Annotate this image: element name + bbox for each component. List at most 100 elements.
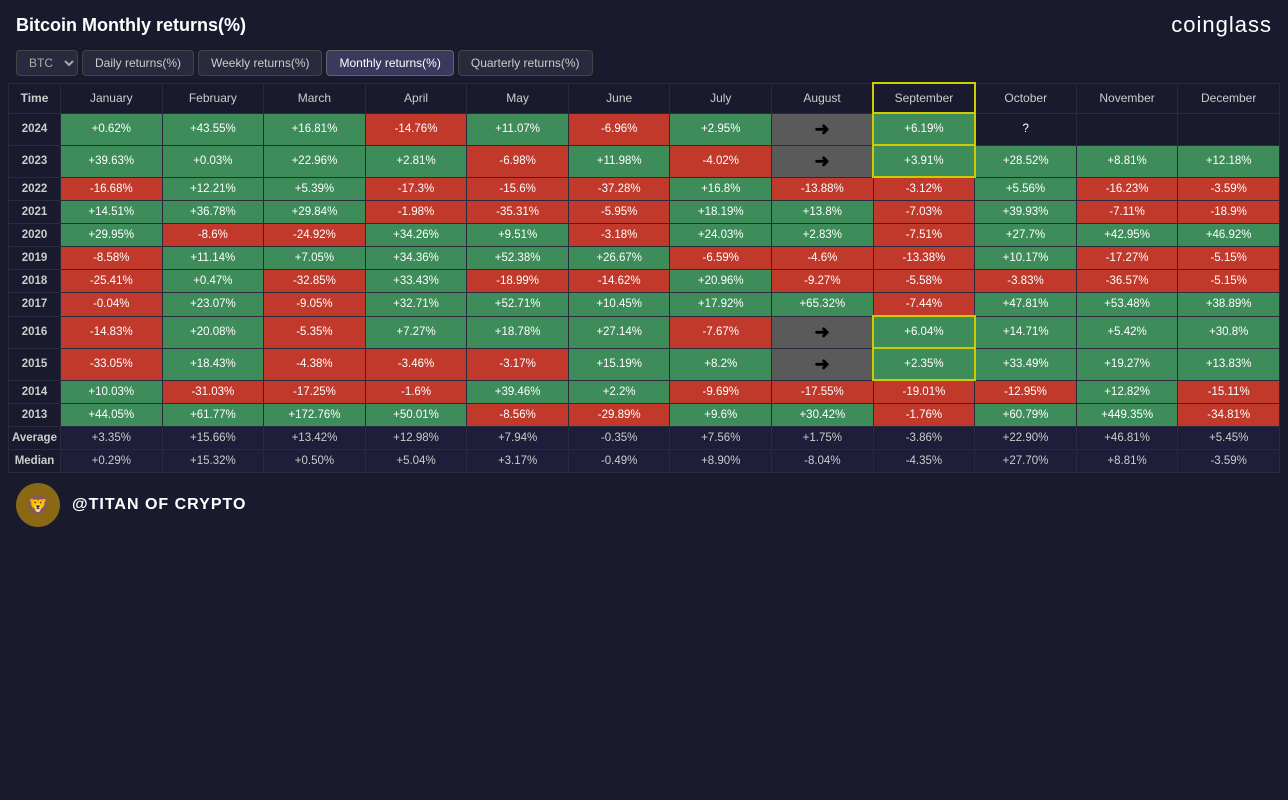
- table-row: 2022-16.68%+12.21%+5.39%-17.3%-15.6%-37.…: [9, 177, 1280, 201]
- data-cell: +36.78%: [162, 201, 264, 224]
- data-cell: -7.44%: [873, 293, 975, 317]
- data-cell: +43.55%: [162, 113, 264, 145]
- data-cell: -12.95%: [975, 380, 1077, 404]
- data-cell: ➜: [772, 113, 874, 145]
- data-cell: -29.89%: [568, 404, 670, 427]
- col-header-july: July: [670, 83, 772, 113]
- col-header-february: February: [162, 83, 264, 113]
- average-cell: +7.94%: [467, 427, 569, 450]
- tab-quarterly[interactable]: Quarterly returns(%): [458, 50, 593, 76]
- data-cell: -17.25%: [264, 380, 366, 404]
- median-cell: +5.04%: [365, 450, 467, 473]
- data-cell: -14.62%: [568, 270, 670, 293]
- year-label: 2024: [9, 113, 61, 145]
- data-cell: +15.19%: [568, 348, 670, 380]
- data-cell: +19.27%: [1076, 348, 1178, 380]
- page-footer: 🦁 @TITAN OF CRYPTO: [0, 473, 1288, 537]
- data-cell: -16.68%: [61, 177, 163, 201]
- median-row: Median+0.29%+15.32%+0.50%+5.04%+3.17%-0.…: [9, 450, 1280, 473]
- data-cell: +53.48%: [1076, 293, 1178, 317]
- data-cell: -15.6%: [467, 177, 569, 201]
- average-row: Average+3.35%+15.66%+13.42%+12.98%+7.94%…: [9, 427, 1280, 450]
- data-cell: -5.15%: [1178, 247, 1280, 270]
- data-cell: +30.42%: [772, 404, 874, 427]
- year-label: 2021: [9, 201, 61, 224]
- tab-weekly[interactable]: Weekly returns(%): [198, 50, 322, 76]
- col-header-august: August: [772, 83, 874, 113]
- data-cell: +29.95%: [61, 224, 163, 247]
- data-cell: +10.03%: [61, 380, 163, 404]
- data-cell: +39.46%: [467, 380, 569, 404]
- data-cell: -6.59%: [670, 247, 772, 270]
- data-cell: -8.56%: [467, 404, 569, 427]
- data-cell: -19.01%: [873, 380, 975, 404]
- col-header-june: June: [568, 83, 670, 113]
- data-cell: +20.96%: [670, 270, 772, 293]
- average-cell: +7.56%: [670, 427, 772, 450]
- data-cell: -3.12%: [873, 177, 975, 201]
- table-row: 2019-8.58%+11.14%+7.05%+34.36%+52.38%+26…: [9, 247, 1280, 270]
- year-label: 2018: [9, 270, 61, 293]
- data-cell: -7.11%: [1076, 201, 1178, 224]
- data-cell: -13.38%: [873, 247, 975, 270]
- data-cell: +8.2%: [670, 348, 772, 380]
- data-cell: -4.6%: [772, 247, 874, 270]
- data-cell: +13.83%: [1178, 348, 1280, 380]
- year-label: 2023: [9, 145, 61, 177]
- data-cell: [1178, 113, 1280, 145]
- data-cell: -35.31%: [467, 201, 569, 224]
- page-title: Bitcoin Monthly returns(%): [16, 15, 246, 36]
- table-row: 2016-14.83%+20.08%-5.35%+7.27%+18.78%+27…: [9, 316, 1280, 348]
- data-cell: +34.36%: [365, 247, 467, 270]
- data-cell: +27.7%: [975, 224, 1077, 247]
- data-cell: -36.57%: [1076, 270, 1178, 293]
- data-cell: +11.07%: [467, 113, 569, 145]
- data-cell: +28.52%: [975, 145, 1077, 177]
- data-cell: +2.2%: [568, 380, 670, 404]
- brand-logo: coinglass: [1171, 12, 1272, 38]
- data-cell: -31.03%: [162, 380, 264, 404]
- data-cell: +2.81%: [365, 145, 467, 177]
- table-row: 2023+39.63%+0.03%+22.96%+2.81%-6.98%+11.…: [9, 145, 1280, 177]
- data-cell: +22.96%: [264, 145, 366, 177]
- data-cell: -37.28%: [568, 177, 670, 201]
- data-cell: -24.92%: [264, 224, 366, 247]
- data-cell: -3.83%: [975, 270, 1077, 293]
- data-cell: +11.98%: [568, 145, 670, 177]
- data-cell: +14.51%: [61, 201, 163, 224]
- data-cell: +52.71%: [467, 293, 569, 317]
- data-cell: -6.98%: [467, 145, 569, 177]
- tab-daily[interactable]: Daily returns(%): [82, 50, 194, 76]
- data-cell: -5.15%: [1178, 270, 1280, 293]
- data-cell: +2.35%: [873, 348, 975, 380]
- year-label: 2017: [9, 293, 61, 317]
- table-row: 2021+14.51%+36.78%+29.84%-1.98%-35.31%-5…: [9, 201, 1280, 224]
- data-cell: -7.67%: [670, 316, 772, 348]
- data-cell: +24.03%: [670, 224, 772, 247]
- data-cell: +5.39%: [264, 177, 366, 201]
- average-cell: +46.81%: [1076, 427, 1178, 450]
- table-row: 2013+44.05%+61.77%+172.76%+50.01%-8.56%-…: [9, 404, 1280, 427]
- social-handle: @TITAN OF CRYPTO: [72, 496, 246, 514]
- data-cell: -17.3%: [365, 177, 467, 201]
- table-row: 2015-33.05%+18.43%-4.38%-3.46%-3.17%+15.…: [9, 348, 1280, 380]
- column-headers: TimeJanuaryFebruaryMarchAprilMayJuneJuly…: [9, 83, 1280, 113]
- data-cell: +12.21%: [162, 177, 264, 201]
- data-cell: +47.81%: [975, 293, 1077, 317]
- asset-selector[interactable]: BTC: [16, 50, 78, 76]
- data-cell: +8.81%: [1076, 145, 1178, 177]
- data-cell: -3.17%: [467, 348, 569, 380]
- data-cell: -9.27%: [772, 270, 874, 293]
- data-cell: +17.92%: [670, 293, 772, 317]
- tab-monthly[interactable]: Monthly returns(%): [326, 50, 453, 76]
- col-header-may: May: [467, 83, 569, 113]
- data-cell: +16.81%: [264, 113, 366, 145]
- data-cell: +44.05%: [61, 404, 163, 427]
- data-cell: +39.63%: [61, 145, 163, 177]
- median-cell: +0.29%: [61, 450, 163, 473]
- data-cell: -18.9%: [1178, 201, 1280, 224]
- page-header: Bitcoin Monthly returns(%) coinglass: [0, 0, 1288, 46]
- data-cell: +18.43%: [162, 348, 264, 380]
- median-cell: +3.17%: [467, 450, 569, 473]
- data-cell: +14.71%: [975, 316, 1077, 348]
